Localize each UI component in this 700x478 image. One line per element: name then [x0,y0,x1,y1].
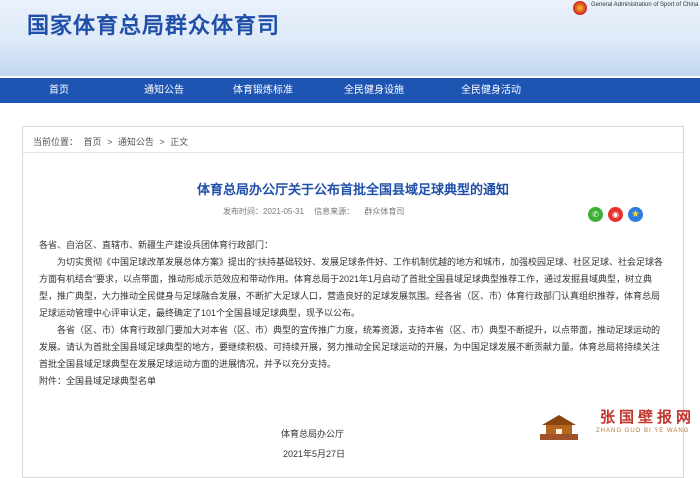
breadcrumb-home-link[interactable]: 首页 [84,137,102,147]
site-english-title: General Administration of Sport of China [591,2,699,8]
nav-item-fitness-facilities[interactable]: 全民健身设施 [316,78,432,103]
info-source-label: 信息来源： [314,207,355,216]
breadcrumb: 当前位置： 首页 > 通知公告 > 正文 [33,135,191,148]
nav-item-notices[interactable]: 通知公告 [118,78,210,103]
breadcrumb-separator: > [107,137,113,147]
weibo-share-icon[interactable]: ◉ [608,207,623,222]
nav-item-fitness-standards[interactable]: 体育锻炼标准 [210,78,316,103]
header-background [0,40,700,76]
article-meta: 发布时间：2021-05-31 信息来源： 群众体育司 [223,206,412,217]
nav-item-home[interactable]: 首页 [0,78,118,103]
site-title[interactable]: 国家体育总局群众体育司 [27,8,280,40]
article-title: 体育总局办公厅关于公布首批全国县域足球典型的通知 [196,182,509,197]
paragraph: 为切实贯彻《中国足球改革发展总体方案》提出的“扶持基础较好、发展足球条件好、工作… [39,257,664,318]
breadcrumb-prefix: 当前位置： [33,137,79,147]
breadcrumb-separator: > [159,137,165,147]
national-emblem-icon [573,1,587,15]
article-author: 群众体育司 [364,207,405,216]
site-header: 国家体育总局群众体育司 General Administration of Sp… [0,0,700,76]
breadcrumb-divider [23,152,683,153]
watermark-text: 张国壁报网 [600,408,696,426]
breadcrumb-current: 正文 [170,137,189,147]
salutation: 各省、自治区、直辖市、新疆生产建设兵团体育行政部门： [39,240,274,250]
wechat-share-icon[interactable]: ✆ [588,207,603,222]
breadcrumb-notices-link[interactable]: 通知公告 [118,137,154,147]
tower-logo-icon [540,415,578,440]
publish-date: 发布时间：2021-05-31 [223,207,304,216]
qzone-share-icon[interactable]: ★ [628,207,643,222]
paragraph: 各省（区、市）体育行政部门要加大对本省（区、市）典型的宣传推广力度，统筹资源，支… [39,325,661,369]
watermark-pinyin: ZHANG GUO BI YE WANG [596,428,690,434]
attachment-link[interactable]: 附件：全国县域足球典型名单 [39,373,667,390]
signature-org: 体育总局办公厅 [281,429,345,439]
article-body: 各省、自治区、直辖市、新疆生产建设兵团体育行政部门： 为切实贯彻《中国足球改革发… [39,237,667,390]
signature-date: 2021年5月27日 [283,449,346,459]
main-nav: 首页 通知公告 体育锻炼标准 全民健身设施 全民健身活动 [0,78,700,103]
watermark: 张国壁报网 ZHANG GUO BI YE WANG [538,406,700,464]
nav-item-fitness-activities[interactable]: 全民健身活动 [432,78,550,103]
